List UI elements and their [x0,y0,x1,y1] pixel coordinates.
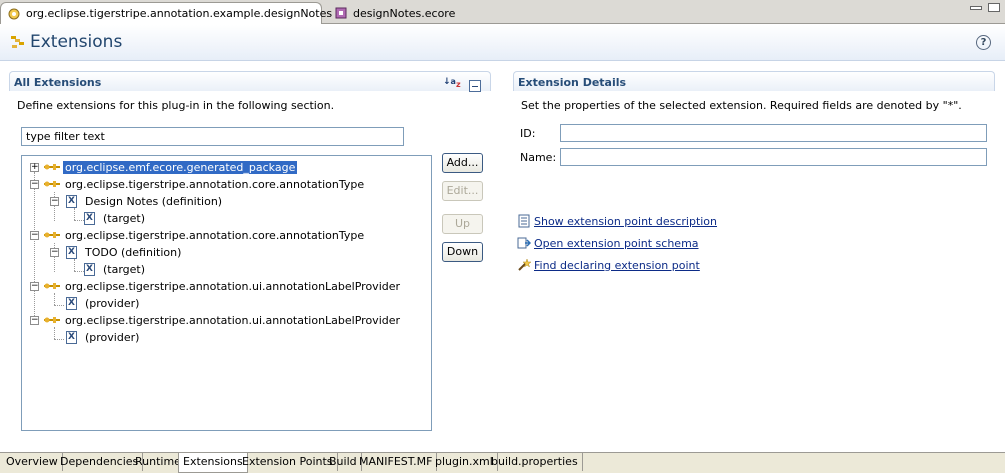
form-header: Extensions ? [0,25,1005,61]
open-schema-link[interactable]: Open extension point schema [517,235,699,251]
filter-input[interactable] [21,127,404,146]
editor-tab-label: org.eclipse.tigerstripe.annotation.examp… [26,7,333,20]
tree-item-extension[interactable]: org.eclipse.emf.ecore.generated_package [44,159,299,175]
tab-build-properties[interactable]: build.properties [487,453,583,471]
tab-manifest[interactable]: MANIFEST.MF [355,453,438,471]
section-title-extension-details[interactable]: Extension Details [513,71,995,91]
bottom-tab-bar: Overview Dependencies Runtime Extensions… [0,452,1005,473]
show-description-link[interactable]: Show extension point description [517,213,717,229]
id-label: ID: [520,127,536,140]
tab-overview[interactable]: Overview [2,453,63,471]
edit-button[interactable]: Edit... [442,181,483,201]
id-field[interactable] [560,124,987,142]
collapse-all-icon[interactable] [469,80,481,92]
up-button[interactable]: Up [442,214,483,234]
tree-item-element[interactable]: X (provider) [66,329,141,345]
sort-icon[interactable]: ↓az [443,77,461,89]
tree-item-element[interactable]: X (target) [84,210,147,226]
xml-element-icon: X [84,211,95,225]
collapse-icon[interactable]: − [50,248,59,257]
help-icon[interactable]: ? [976,35,991,50]
collapse-icon[interactable]: − [30,180,39,189]
maximize-icon[interactable] [988,3,1000,12]
section-title-all-extensions[interactable]: All Extensions [9,71,491,91]
plugin-icon [8,8,20,19]
xml-element-icon: X [66,194,77,208]
document-icon [518,214,530,228]
expand-icon[interactable]: + [30,163,39,172]
section-description: Define extensions for this plug-in in th… [17,99,335,112]
tree-item-element[interactable]: X (provider) [66,295,141,311]
section-description: Set the properties of the selected exten… [521,99,962,112]
schema-icon [517,237,531,249]
tree-item-extension[interactable]: org.eclipse.tigerstripe.annotation.ui.an… [44,278,402,294]
xml-element-icon: X [66,296,77,310]
search-wand-icon [518,258,531,271]
tree-item-extension[interactable]: org.eclipse.tigerstripe.annotation.core.… [44,227,366,243]
editor-tab-label: designNotes.ecore [353,6,456,20]
extensions-tree[interactable]: + org.eclipse.emf.ecore.generated_packag… [21,155,432,431]
name-field[interactable] [560,148,987,166]
tree-item-extension[interactable]: org.eclipse.tigerstripe.annotation.ui.an… [44,312,402,328]
extension-icon [44,181,60,187]
add-button[interactable]: Add... [442,153,483,173]
down-button[interactable]: Down [442,242,483,262]
tab-extension-points[interactable]: Extension Points [238,453,338,471]
xml-element-icon: X [66,330,77,344]
editor-tab-bar: org.eclipse.tigerstripe.annotation.examp… [0,0,1005,24]
find-declaring-link[interactable]: Find declaring extension point [517,257,700,273]
extension-icon [44,317,60,323]
editor-tab-plugin-manifest[interactable]: org.eclipse.tigerstripe.annotation.examp… [0,2,346,24]
extension-icon [44,232,60,238]
tree-item-element[interactable]: X TODO (definition) [66,244,183,260]
xml-element-icon: X [84,262,95,276]
collapse-icon[interactable]: − [30,316,39,325]
collapse-icon[interactable]: − [50,197,59,206]
tree-item-element[interactable]: X (target) [84,261,147,277]
page-title: Extensions [30,32,123,52]
collapse-icon[interactable]: − [30,282,39,291]
extensions-icon [11,36,24,48]
name-label: Name: [520,151,557,164]
collapse-icon[interactable]: − [30,231,39,240]
minimize-icon[interactable] [970,6,982,10]
tree-item-element[interactable]: X Design Notes (definition) [66,193,224,209]
ecore-icon [335,7,347,19]
extension-icon [44,283,60,289]
editor-tab-ecore[interactable]: designNotes.ecore [328,2,478,24]
xml-element-icon: X [66,245,77,259]
tree-item-extension[interactable]: org.eclipse.tigerstripe.annotation.core.… [44,176,366,192]
extension-icon [44,164,60,170]
